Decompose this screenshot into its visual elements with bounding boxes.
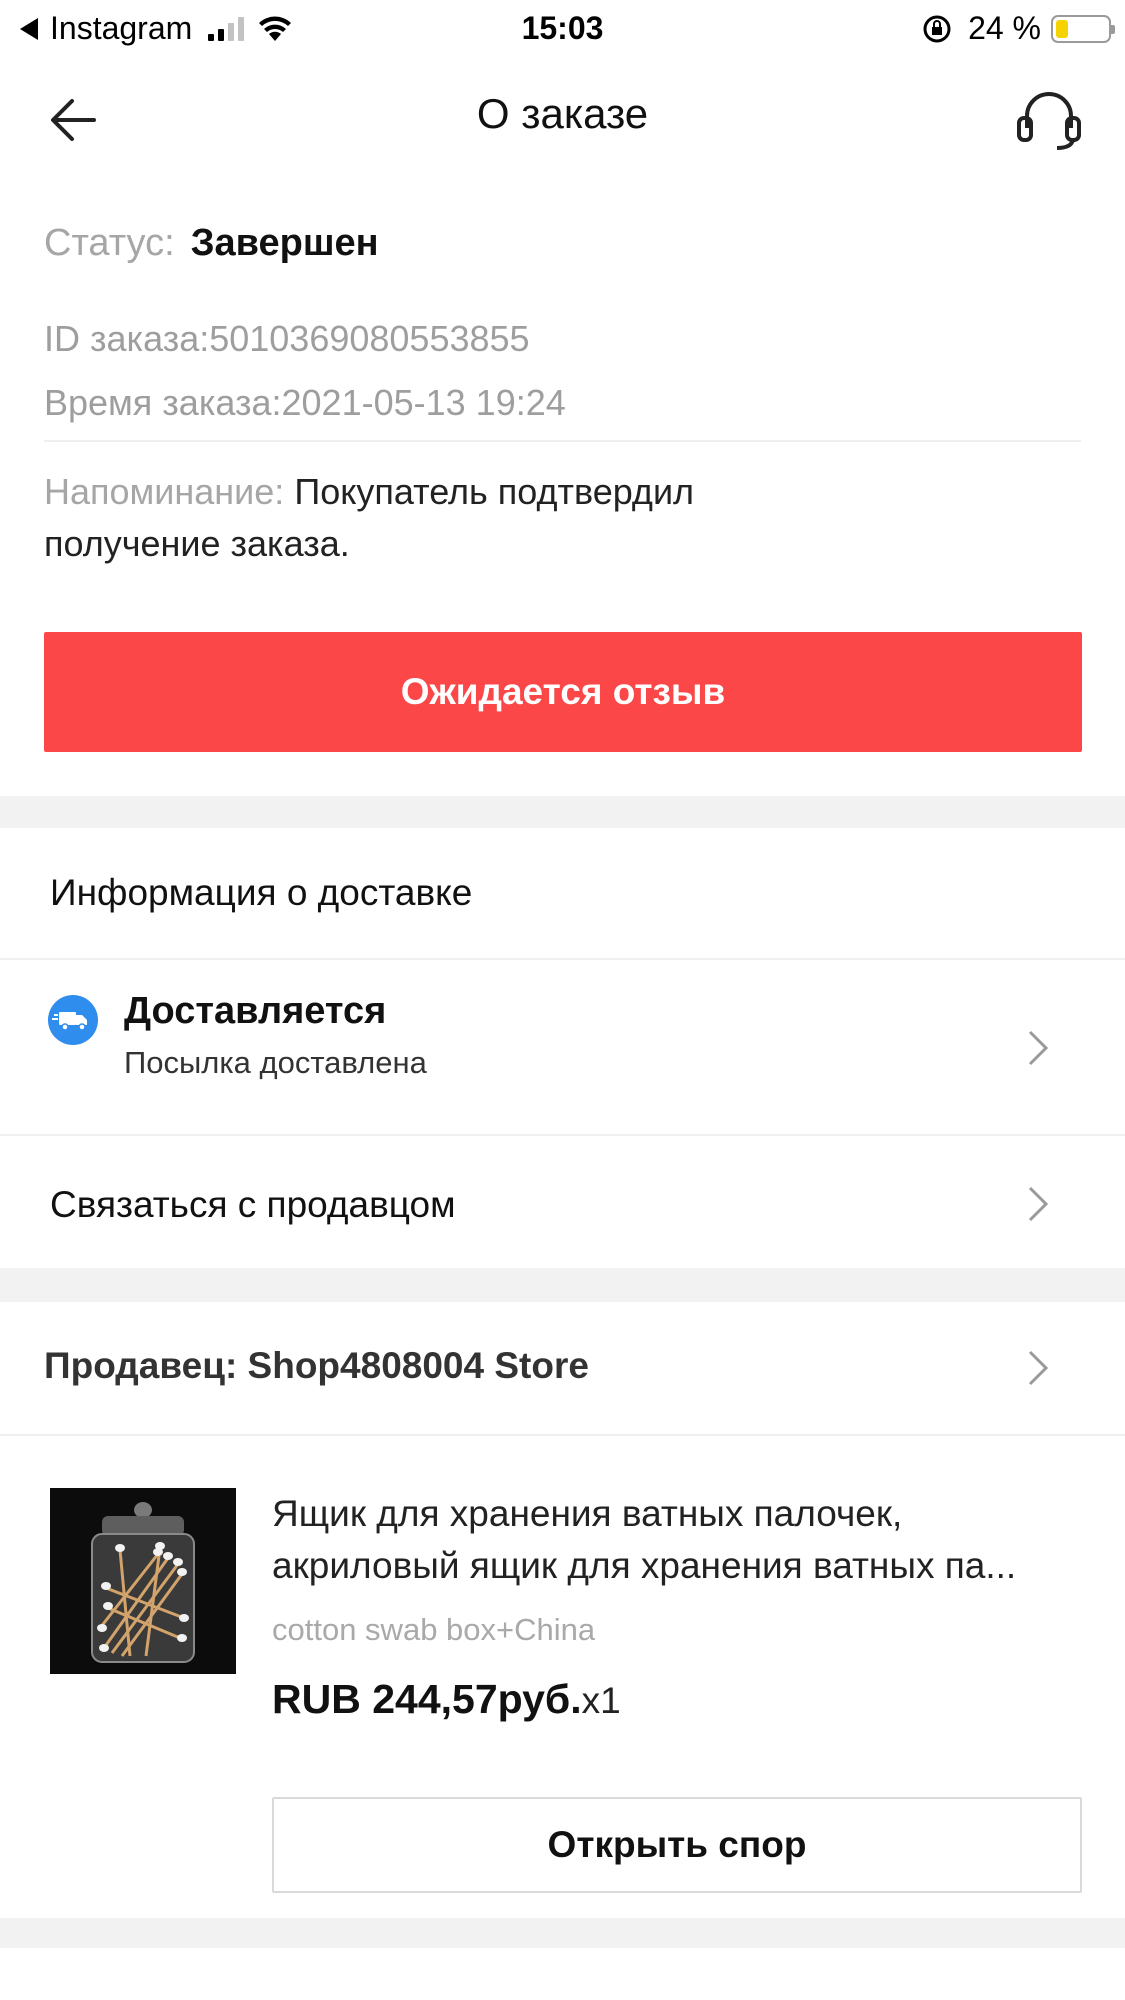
chevron-right-icon [1028,1030,1049,1066]
status-label: Статус: [44,222,175,264]
truck-icon [48,995,98,1045]
section-separator [0,1918,1125,1948]
order-status: Статус: Завершен [44,222,1081,265]
delivery-section-title: Информация о доставке [50,872,473,913]
delivery-status-subtitle: Посылка доставлена [124,1045,427,1080]
seller-name: Продавец: Shop4808004 Store [44,1345,589,1386]
chevron-right-icon [1028,1350,1049,1386]
product-title-line1: Ящик для хранения ватных палочек, [272,1493,903,1534]
battery-level [1056,19,1068,38]
section-separator [0,1268,1125,1302]
awaiting-review-button[interactable]: Ожидается отзыв [44,632,1082,752]
headset-icon[interactable] [1013,88,1085,152]
chevron-right-icon [1028,1186,1049,1222]
open-dispute-button[interactable]: Открыть спор [272,1797,1082,1893]
battery-percent: 24 % [968,10,1041,46]
order-id: ID заказа:5010369080553855 [44,318,530,359]
divider [0,958,1125,960]
divider [44,440,1081,442]
product-price: RUB 244,57руб. [272,1676,582,1722]
divider [0,1434,1125,1436]
reminder-label: Напоминание: [44,471,285,512]
reminder-line1: Покупатель подтвердил [294,471,695,512]
order-reminder: Напоминание: Покупатель подтвердил получ… [44,466,824,570]
product-variant: cotton swab box+China [272,1612,596,1647]
product-quantity: x1 [581,1680,621,1721]
status-value: Завершен [190,222,379,264]
product-image[interactable] [50,1488,236,1674]
reminder-line2: получение заказа. [44,523,350,564]
product-title[interactable]: Ящик для хранения ватных палочек, акрило… [272,1488,1092,1592]
divider [0,1134,1125,1136]
delivery-status-title: Доставляется [124,990,387,1032]
page-title: О заказе [476,90,649,137]
section-separator [0,796,1125,828]
order-time: Время заказа:2021-05-13 19:24 [44,382,566,423]
product-title-line2: акриловый ящик для хранения ватных па... [272,1545,1017,1586]
status-indicators: 24 % [922,10,1115,47]
navigation-bar: О заказе [0,62,1125,170]
battery-icon [1051,14,1115,43]
product-price-line: RUB 244,57руб.x1 [272,1676,621,1723]
contact-seller-label: Связаться с продавцом [50,1184,456,1225]
status-bar: Instagram 15:03 24 % [0,0,1125,58]
rotation-lock-icon [923,15,951,42]
